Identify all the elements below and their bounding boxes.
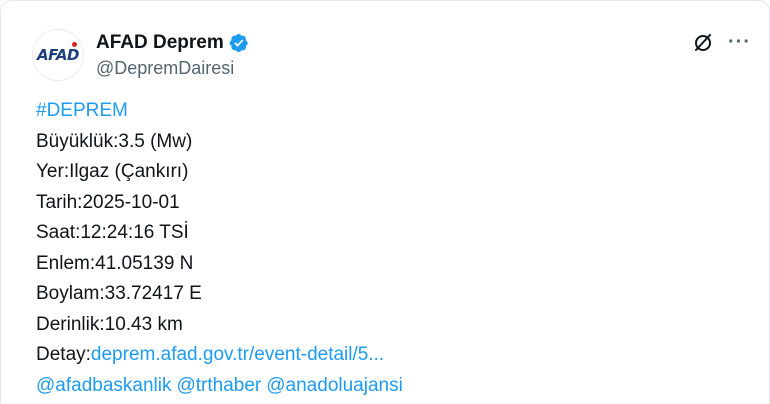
hashtag-link[interactable]: #DEPREM [36,100,128,121]
latitude-line: Enlem:41.05139 N [36,252,194,274]
grok-icon[interactable] [692,31,714,53]
post-card: AFAD AFAD Deprem @DepremDairesi ··· #DEP… [0,0,770,404]
post-header: AFAD AFAD Deprem @DepremDairesi [32,28,249,82]
account-handle[interactable]: @DepremDairesi [96,58,249,79]
hashtag-line: #DEPREM [36,96,408,127]
mention-link[interactable]: @afadbaskanlik [36,375,171,396]
mention-link[interactable]: @anadoluajansi [266,375,403,396]
avatar[interactable]: AFAD [32,29,84,81]
display-name-row: AFAD Deprem [96,31,249,55]
detail-label: Detay: [36,344,91,365]
verified-badge-icon [229,33,249,53]
longitude-line: Boylam:33.72417 E [36,283,202,304]
post-actions: ··· [692,29,751,55]
more-options-icon[interactable]: ··· [728,32,751,52]
mention-link[interactable]: @trthaber [176,375,261,396]
display-name[interactable]: AFAD Deprem [96,32,224,54]
avatar-logo-text: AFAD [37,46,79,64]
avatar-logo-dot [72,42,77,47]
account-names: AFAD Deprem @DepremDairesi [96,31,249,79]
depth-line: Derinlik:10.43 km [36,313,183,335]
detail-link[interactable]: deprem.afad.gov.tr/event-detail/5... [91,344,384,365]
detail-line: Detay:deprem.afad.gov.tr/event-detail/5.… [36,340,408,371]
location-line: Yer:Ilgaz (Çankırı) [36,161,189,182]
mentions-line: @afadbaskanlik @trthaber @anadoluajansi [36,371,408,402]
post-body: #DEPREM Büyüklük:3.5 (Mw) Yer:Ilgaz (Çan… [36,96,408,401]
magnitude-line: Büyüklük:3.5 (Mw) [36,130,193,152]
time-line: Saat:12:24:16 TSİ [36,222,189,243]
date-line: Tarih:2025-10-01 [36,191,180,213]
